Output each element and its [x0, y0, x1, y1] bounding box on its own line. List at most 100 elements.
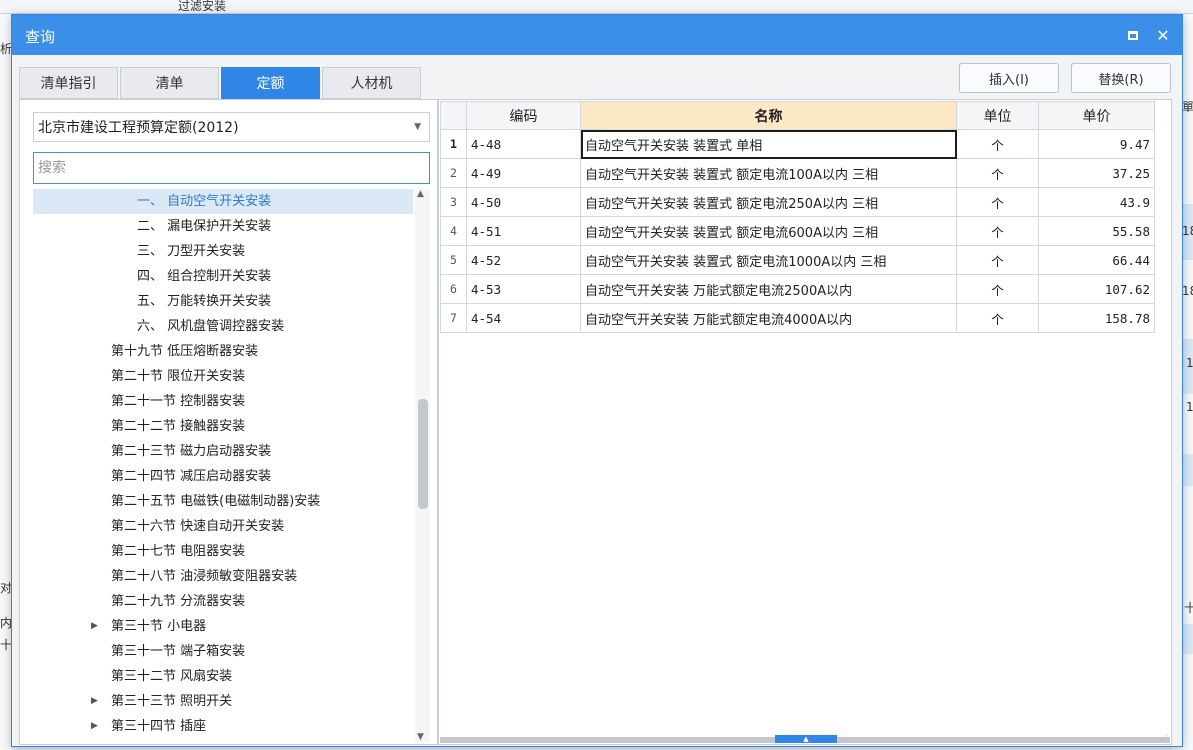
tree-item[interactable]: 第二十九节 分流器安装: [33, 589, 413, 614]
unit-cell[interactable]: 个: [956, 187, 1039, 217]
tab-bill-guide[interactable]: 清单指引: [19, 67, 118, 99]
code-cell[interactable]: 4-49: [466, 158, 581, 188]
row-number-cell[interactable]: 2: [440, 158, 467, 188]
resize-grip-icon[interactable]: ⋰: [1160, 733, 1168, 742]
background-text: 18: [1182, 224, 1193, 238]
name-cell[interactable]: 自动空气开关安装 装置式 额定电流250A以内 三相: [580, 187, 957, 217]
tree-item-label: 第三十三节 照明开关: [111, 694, 233, 709]
tree-item[interactable]: 第二十节 限位开关安装: [33, 364, 413, 389]
replace-button[interactable]: 替换(R): [1071, 63, 1171, 93]
expand-arrow-icon[interactable]: ▶: [91, 614, 98, 639]
price-cell[interactable]: 66.44: [1038, 245, 1155, 275]
search-input[interactable]: [33, 152, 430, 184]
price-cell[interactable]: 158.78: [1038, 303, 1155, 333]
row-number-cell[interactable]: 7: [440, 303, 467, 333]
unit-cell[interactable]: 个: [956, 274, 1039, 304]
unit-cell[interactable]: 个: [956, 245, 1039, 275]
table-row[interactable]: 4 4-51 自动空气开关安装 装置式 额定电流600A以内 三相个 55.58: [440, 216, 1155, 246]
code-cell[interactable]: 4-51: [466, 216, 581, 246]
tree-item-label: 第二十二节 接触器安装: [111, 419, 246, 434]
name-cell[interactable]: 自动空气开关安装 装置式 额定电流100A以内 三相: [580, 158, 957, 188]
horizontal-scrollbar[interactable]: ▲: [440, 735, 1170, 743]
background-text: 十: [1184, 601, 1193, 615]
tree-item[interactable]: 第三十一节 端子箱安装: [33, 639, 413, 664]
unit-cell[interactable]: 个: [956, 129, 1039, 159]
close-button[interactable]: ✕: [1151, 23, 1175, 47]
tree-item[interactable]: 三、 刀型开关安装: [33, 239, 413, 264]
scroll-down-icon[interactable]: ▼: [417, 732, 424, 742]
tree-item[interactable]: 第二十二节 接触器安装: [33, 414, 413, 439]
tree-item[interactable]: 第二十七节 电阻器安装: [33, 539, 413, 564]
scroll-up-icon[interactable]: ▲: [417, 189, 424, 199]
price-cell[interactable]: 43.9: [1038, 187, 1155, 217]
unit-cell[interactable]: 个: [956, 303, 1039, 333]
insert-button[interactable]: 插入(I): [959, 63, 1059, 93]
tree-item[interactable]: 第十九节 低压熔断器安装: [33, 339, 413, 364]
expand-arrow-icon[interactable]: ▶: [91, 689, 98, 714]
tree-item-label: 第三十一节 端子箱安装: [111, 644, 246, 659]
scrollbar-thumb[interactable]: [418, 399, 428, 509]
code-cell[interactable]: 4-52: [466, 245, 581, 275]
price-cell[interactable]: 55.58: [1038, 216, 1155, 246]
row-number-cell[interactable]: 5: [440, 245, 467, 275]
table-header-row: 编码 名称 单位 单价: [440, 101, 1155, 130]
table-row[interactable]: 5 4-52 自动空气开关安装 装置式 额定电流1000A以内 三相个 66.44: [440, 245, 1155, 275]
unit-column-header[interactable]: 单位: [956, 101, 1039, 130]
name-cell[interactable]: 自动空气开关安装 装置式 额定电流1000A以内 三相: [580, 245, 957, 275]
tree-item[interactable]: 一、 自动空气开关安装: [33, 189, 413, 214]
price-column-header[interactable]: 单价: [1038, 101, 1155, 130]
name-cell[interactable]: 自动空气开关安装 万能式额定电流2500A以内: [580, 274, 957, 304]
maximize-button[interactable]: [1121, 23, 1145, 47]
code-cell[interactable]: 4-48: [466, 129, 581, 159]
tree-item[interactable]: ▶ 第三十三节 照明开关: [33, 689, 413, 714]
table-row[interactable]: 7 4-54 自动空气开关安装 万能式额定电流4000A以内个 158.78: [440, 303, 1155, 333]
quota-tree-panel: 北京市建设工程预算定额(2012) ▼ 一、 自动空气开关安装二、 漏电保护开关…: [19, 99, 438, 745]
tree-item[interactable]: 第二十六节 快速自动开关安装: [33, 514, 413, 539]
row-number-cell[interactable]: 4: [440, 216, 467, 246]
unit-cell[interactable]: 个: [956, 158, 1039, 188]
price-cell[interactable]: 9.47: [1038, 129, 1155, 159]
table-row[interactable]: 1 4-48 自动空气开关安装 装置式 单相个 9.47: [440, 129, 1155, 159]
code-cell[interactable]: 4-54: [466, 303, 581, 333]
tab-bill[interactable]: 清单: [120, 67, 219, 99]
results-table: 编码 名称 单位 单价 1 4-48 自动空气开关安装 装置式 单相个 9.47 2 4-…: [440, 101, 1155, 333]
table-row[interactable]: 6 4-53 自动空气开关安装 万能式额定电流2500A以内个 107.62: [440, 274, 1155, 304]
unit-cell[interactable]: 个: [956, 216, 1039, 246]
tree-item[interactable]: ▶ 第三十节 小电器: [33, 614, 413, 639]
tree-item[interactable]: 第二十八节 油浸频敏变阻器安装: [33, 564, 413, 589]
code-column-header[interactable]: 编码: [466, 101, 581, 130]
row-number-cell[interactable]: 6: [440, 274, 467, 304]
row-number-cell[interactable]: 3: [440, 187, 467, 217]
tab-labor-material-machine[interactable]: 人材机: [322, 67, 421, 99]
price-cell[interactable]: 37.25: [1038, 158, 1155, 188]
tree-item-label: 三、 刀型开关安装: [137, 244, 246, 259]
collapse-handle-icon[interactable]: ▲: [775, 735, 837, 743]
expand-arrow-icon[interactable]: ▶: [91, 714, 98, 739]
name-column-header[interactable]: 名称: [580, 101, 957, 130]
table-row[interactable]: 2 4-49 自动空气开关安装 装置式 额定电流100A以内 三相个 37.25: [440, 158, 1155, 188]
tree-item[interactable]: ▶ 第三十四节 插座: [33, 714, 413, 739]
background-text: 1: [1186, 356, 1193, 370]
tab-quota[interactable]: 定额: [221, 67, 320, 99]
tree-scrollbar[interactable]: ▲ ▼: [415, 189, 430, 742]
tree-item[interactable]: 第二十一节 控制器安装: [33, 389, 413, 414]
tree-item[interactable]: 第二十三节 磁力启动器安装: [33, 439, 413, 464]
name-cell[interactable]: 自动空气开关安装 装置式 单相: [580, 129, 957, 159]
tree-item-label: 第二十一节 控制器安装: [111, 394, 246, 409]
tree-item[interactable]: 五、 万能转换开关安装: [33, 289, 413, 314]
table-row[interactable]: 3 4-50 自动空气开关安装 装置式 额定电流250A以内 三相个 43.9: [440, 187, 1155, 217]
tree-item[interactable]: 第三十二节 风扇安装: [33, 664, 413, 689]
code-cell[interactable]: 4-53: [466, 274, 581, 304]
code-cell[interactable]: 4-50: [466, 187, 581, 217]
dialog-title-bar[interactable]: 查询 ✕: [12, 15, 1182, 55]
price-cell[interactable]: 107.62: [1038, 274, 1155, 304]
tree-item[interactable]: 六、 风机盘管调控器安装: [33, 314, 413, 339]
tree-item[interactable]: 第二十五节 电磁铁(电磁制动器)安装: [33, 489, 413, 514]
row-number-cell[interactable]: 1: [440, 129, 467, 159]
name-cell[interactable]: 自动空气开关安装 装置式 额定电流600A以内 三相: [580, 216, 957, 246]
quota-library-select[interactable]: 北京市建设工程预算定额(2012) ▼: [33, 112, 430, 142]
tree-item[interactable]: 二、 漏电保护开关安装: [33, 214, 413, 239]
tree-item[interactable]: 第二十四节 减压启动器安装: [33, 464, 413, 489]
tree-item[interactable]: 四、 组合控制开关安装: [33, 264, 413, 289]
name-cell[interactable]: 自动空气开关安装 万能式额定电流4000A以内: [580, 303, 957, 333]
